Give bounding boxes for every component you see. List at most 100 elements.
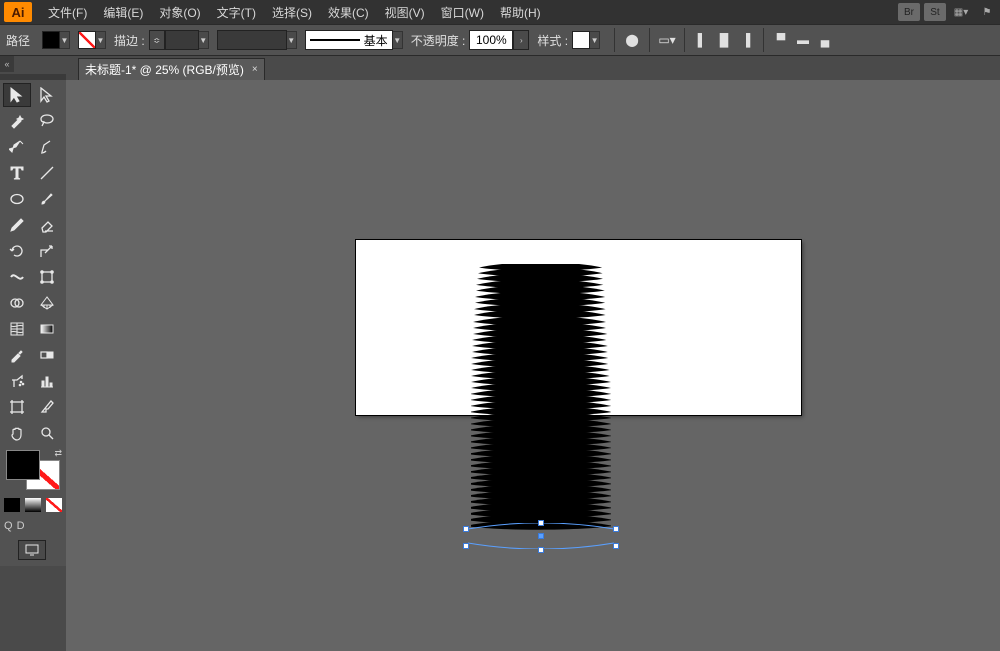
opacity-dropdown[interactable]: › <box>513 30 529 50</box>
align-to-artboard-icon[interactable]: ▭▾ <box>657 31 677 49</box>
selection-handle-tr[interactable] <box>613 526 619 532</box>
stroke-weight-stepper[interactable]: ≎ <box>149 30 165 50</box>
stroke-label: 描边 : <box>114 32 145 49</box>
fill-dropdown[interactable]: ▼ <box>60 31 70 49</box>
free-transform-tool[interactable] <box>33 265 61 289</box>
mesh-tool[interactable] <box>3 317 31 341</box>
document-tab-title: 未标题-1* @ 25% (RGB/预览) <box>85 61 244 78</box>
line-segment-tool[interactable] <box>33 161 61 185</box>
selection-handle-br[interactable] <box>613 543 619 549</box>
fill-stroke-swatches[interactable]: ⇄ <box>6 450 60 490</box>
direct-selection-tool[interactable] <box>33 83 61 107</box>
panel-collapse-toggle[interactable]: « <box>0 56 14 72</box>
ellipse-tool[interactable] <box>3 187 31 211</box>
recolor-artwork-icon[interactable]: ⬤ <box>622 31 642 49</box>
variable-width-profile[interactable] <box>217 30 287 50</box>
document-tab[interactable]: 未标题-1* @ 25% (RGB/预览) × <box>78 58 265 80</box>
artboard-tool[interactable] <box>3 395 31 419</box>
selection-handle-tl[interactable] <box>463 526 469 532</box>
stroke-swatch-group[interactable]: ▼ <box>78 31 106 49</box>
artwork-blend[interactable] <box>471 264 611 544</box>
menu-bar: Ai 文件(F) 编辑(E) 对象(O) 文字(T) 选择(S) 效果(C) 视… <box>0 0 1000 24</box>
align-top-icon[interactable]: ▀ <box>771 31 791 49</box>
fill-swatch[interactable] <box>42 31 60 49</box>
paintbrush-tool[interactable] <box>33 187 61 211</box>
brush-dropdown[interactable]: ▼ <box>393 31 403 49</box>
menu-effect[interactable]: 效果(C) <box>320 4 377 21</box>
column-graph-tool[interactable] <box>33 369 61 393</box>
stroke-weight-dropdown[interactable]: ▼ <box>199 31 209 49</box>
bridge-icon[interactable]: Br <box>898 3 920 21</box>
graphic-style-swatch[interactable] <box>572 31 590 49</box>
eraser-tool[interactable] <box>33 213 61 237</box>
menu-view[interactable]: 视图(V) <box>377 4 433 21</box>
align-hcenter-icon[interactable]: ▐▌ <box>714 31 734 49</box>
opacity-label: 不透明度 : <box>411 32 466 49</box>
color-mode-gradient[interactable] <box>25 498 41 512</box>
blend-tool[interactable] <box>33 343 61 367</box>
slice-tool[interactable] <box>33 395 61 419</box>
align-right-icon[interactable]: ▐ <box>736 31 756 49</box>
variable-width-dropdown[interactable]: ▼ <box>287 31 297 49</box>
swap-fill-stroke-icon[interactable]: ⇄ <box>54 448 62 459</box>
zoom-tool[interactable] <box>33 421 61 445</box>
align-left-icon[interactable]: ▌ <box>692 31 712 49</box>
screen-mode-button[interactable] <box>18 540 46 560</box>
opacity-field[interactable]: 100% <box>469 30 513 50</box>
lasso-tool[interactable] <box>33 109 61 133</box>
color-mode-none[interactable] <box>46 498 62 512</box>
arrange-documents-icon[interactable]: ▦▾ <box>950 3 972 21</box>
selection-handle-bc[interactable] <box>538 547 544 553</box>
selection-kind-label: 路径 <box>6 32 30 49</box>
menu-object[interactable]: 对象(O) <box>151 4 208 21</box>
color-mode-swatches <box>4 498 62 512</box>
stroke-swatch-none[interactable] <box>78 31 96 49</box>
magic-wand-tool[interactable] <box>3 109 31 133</box>
gpu-preview-icon[interactable]: ⚑ <box>976 3 998 21</box>
rotate-tool[interactable] <box>3 239 31 263</box>
symbol-sprayer-tool[interactable] <box>3 369 31 393</box>
menu-type[interactable]: 文字(T) <box>209 4 264 21</box>
eyedropper-tool[interactable] <box>3 343 31 367</box>
selection-handle-tc[interactable] <box>538 520 544 526</box>
shape-builder-tool[interactable] <box>3 291 31 315</box>
stroke-dropdown[interactable]: ▼ <box>96 31 106 49</box>
canvas-area[interactable] <box>66 80 1000 651</box>
fill-swatch-group[interactable]: ▼ <box>42 31 70 49</box>
align-vcenter-icon[interactable]: ▬ <box>793 31 813 49</box>
menu-select[interactable]: 选择(S) <box>264 4 320 21</box>
graphic-style-dropdown[interactable]: ▼ <box>590 31 600 49</box>
hand-tool[interactable] <box>3 421 31 445</box>
color-mode-solid[interactable] <box>4 498 20 512</box>
selection-bounding-box[interactable] <box>466 523 616 549</box>
selection-handle-center[interactable] <box>538 533 544 539</box>
selection-tool[interactable] <box>3 83 31 107</box>
stroke-weight-field[interactable] <box>165 30 199 50</box>
control-bar: 路径 ▼ ▼ 描边 : ≎ ▼ ▼ 基本 ▼ 不透明度 : 100% › 样式 … <box>0 24 1000 56</box>
menu-help[interactable]: 帮助(H) <box>492 4 549 21</box>
menu-file[interactable]: 文件(F) <box>40 4 95 21</box>
width-tool[interactable] <box>3 265 31 289</box>
type-tool[interactable] <box>3 161 31 185</box>
toolbox: ⇄ Q D <box>0 80 66 566</box>
brush-definition[interactable]: 基本 <box>305 30 393 50</box>
draw-mode-row: Q D <box>4 520 29 532</box>
menu-window[interactable]: 窗口(W) <box>433 4 492 21</box>
scale-tool[interactable] <box>33 239 61 263</box>
draw-mode-b-icon[interactable]: D <box>17 520 25 532</box>
style-label: 样式 : <box>537 32 568 49</box>
document-tab-close[interactable]: × <box>252 64 258 75</box>
curvature-tool[interactable] <box>33 135 61 159</box>
app-logo: Ai <box>4 2 32 22</box>
perspective-grid-tool[interactable] <box>33 291 61 315</box>
stock-icon[interactable]: St <box>924 3 946 21</box>
pen-tool[interactable] <box>3 135 31 159</box>
pencil-tool[interactable] <box>3 213 31 237</box>
align-bottom-icon[interactable]: ▄ <box>815 31 835 49</box>
document-tab-row: 未标题-1* @ 25% (RGB/预览) × <box>0 56 1000 80</box>
gradient-tool[interactable] <box>33 317 61 341</box>
menu-edit[interactable]: 编辑(E) <box>95 4 151 21</box>
fill-big-swatch[interactable] <box>6 450 40 480</box>
selection-handle-bl[interactable] <box>463 543 469 549</box>
draw-mode-a-icon[interactable]: Q <box>4 520 13 532</box>
